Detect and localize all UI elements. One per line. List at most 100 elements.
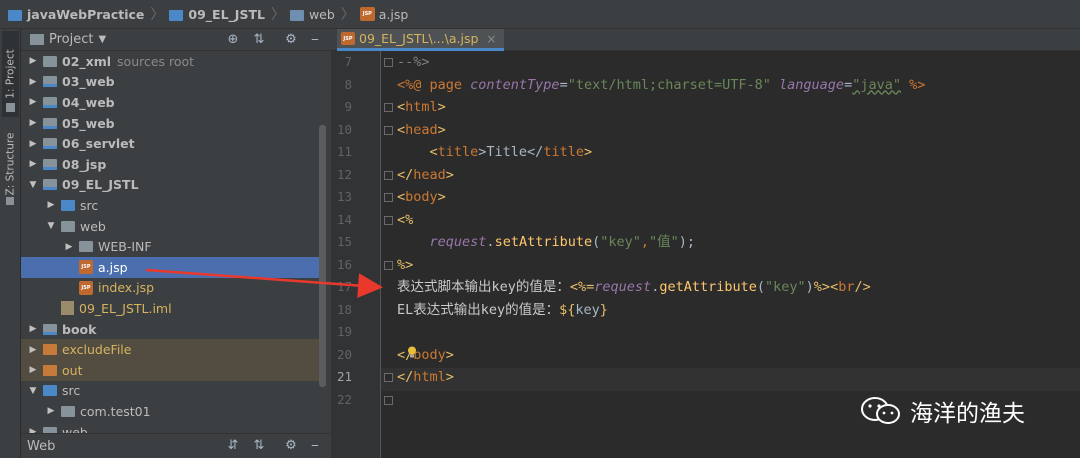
chevron-right-icon[interactable]: ▶ [45, 200, 57, 210]
collapse-all-icon[interactable]: ⇅ [251, 438, 267, 454]
module-folder-icon [43, 179, 57, 191]
expand-all-icon[interactable]: ⇵ [225, 438, 241, 454]
folder-icon [79, 241, 93, 253]
chevron-right-icon[interactable]: ▶ [27, 324, 39, 334]
tree-item-label: excludeFile [62, 342, 132, 358]
code-line-20: </body> [397, 346, 454, 363]
tree-item[interactable]: ▶ book [21, 319, 321, 340]
tree-item-label: 08_jsp [62, 156, 107, 172]
fold-marker-icon[interactable] [384, 216, 393, 225]
jsp-file-icon: JSP [79, 280, 93, 295]
chevron-right-icon[interactable]: ▶ [27, 345, 39, 355]
chevron-down-icon[interactable]: ▼ [45, 221, 57, 231]
chevron-down-icon[interactable]: ▼ [27, 386, 39, 396]
breadcrumb-item-file[interactable]: JSP a.jsp [359, 7, 408, 22]
fold-marker-icon[interactable] [384, 396, 393, 405]
lightbulb-svg [408, 346, 416, 358]
module-folder-icon [43, 323, 57, 335]
tree-item[interactable]: ▶ out [21, 360, 321, 381]
tree-item[interactable]: ▶ 08_jsp [21, 154, 321, 175]
project-icon [6, 103, 15, 112]
tree-item[interactable]: ▶ web [21, 422, 321, 433]
tree-item-label: out [62, 362, 83, 378]
scrollbar[interactable] [319, 125, 326, 387]
chevron-right-icon[interactable]: ▶ [27, 159, 39, 169]
chevron-right-icon[interactable]: ▶ [63, 242, 75, 252]
tree-item[interactable]: ▼ 09_EL_JSTL [21, 175, 321, 196]
code-line-9: <html> [397, 99, 446, 115]
tree-item[interactable]: ▶ 03_web [21, 72, 321, 93]
lightbulb-icon[interactable] [407, 346, 417, 359]
gear-icon[interactable]: ⚙ [283, 32, 299, 48]
tree-item[interactable]: ▶ 06_servlet [21, 133, 321, 154]
tree-item[interactable]: ▼ src [21, 381, 321, 402]
project-view-selector[interactable]: Project [49, 32, 93, 47]
jsp-file-icon: JSP [79, 260, 93, 275]
breadcrumb-item-project[interactable]: javaWebPractice 〉 [8, 4, 169, 24]
tree-item-label: web [62, 424, 88, 433]
chevron-right-icon[interactable]: ▶ [45, 406, 57, 416]
gear-icon[interactable]: ⚙ [283, 438, 299, 454]
code-line-8: <%@ page contentType="text/html;charset=… [397, 76, 926, 93]
fold-marker-icon[interactable] [384, 103, 393, 112]
module-folder-icon [169, 9, 184, 21]
fold-marker-icon[interactable] [384, 126, 393, 135]
chevron-right-icon[interactable]: ▶ [27, 139, 39, 149]
excluded-folder-icon [43, 364, 57, 376]
tree-item-label: 09_EL_JSTL [62, 177, 139, 193]
tree-item-label: com.test01 [80, 403, 151, 419]
tree-item[interactable]: JSP a.jsp [21, 257, 321, 278]
tree-item-label: book [62, 321, 97, 337]
tree-item[interactable]: ▶ src [21, 195, 321, 216]
breadcrumb-separator: 〉 [340, 7, 355, 23]
package-icon [61, 405, 75, 417]
hide-panel-icon[interactable]: ⎯ [307, 438, 323, 454]
editor-tab-bar: JSP 09_EL_JSTL\...\a.jsp × [331, 29, 1080, 51]
breadcrumb: javaWebPractice 〉 09_EL_JSTL 〉 web 〉 JSP… [0, 0, 1080, 29]
tree-item-label: 09_EL_JSTL.iml [79, 300, 172, 316]
folder-icon [61, 220, 75, 232]
chevron-right-icon[interactable]: ▶ [27, 118, 39, 128]
chevron-right-icon[interactable]: ▶ [27, 97, 39, 107]
tree-item[interactable]: ▶ 05_web [21, 113, 321, 134]
fold-marker-icon[interactable] [384, 58, 393, 67]
source-folder-icon [61, 199, 75, 211]
tree-item[interactable]: ▼ web [21, 216, 321, 237]
tree-item-label: index.jsp [98, 280, 155, 296]
chevron-right-icon[interactable]: ▶ [27, 365, 39, 375]
tab-structure[interactable]: Z: Structure [2, 121, 19, 207]
fold-marker-icon[interactable] [384, 261, 393, 270]
code-line-21: </html> [397, 369, 454, 385]
tab-project[interactable]: 1: Project [2, 31, 19, 117]
code-line-10: <head> [397, 121, 446, 138]
fold-marker-icon[interactable] [384, 373, 393, 382]
chevron-down-icon[interactable]: ▼ [27, 180, 39, 190]
close-icon[interactable]: × [486, 32, 496, 46]
breadcrumb-item-module[interactable]: 09_EL_JSTL 〉 [169, 4, 290, 24]
fold-marker-icon[interactable] [384, 171, 393, 180]
tree-item[interactable]: 09_EL_JSTL.iml [21, 298, 321, 319]
tree-item[interactable]: ▶ 04_web [21, 92, 321, 113]
project-icon [30, 34, 44, 45]
excluded-folder-icon [43, 344, 57, 356]
tree-item[interactable]: ▶ excludeFile [21, 339, 321, 360]
hide-panel-icon[interactable]: ⎯ [307, 32, 323, 48]
module-folder-icon [43, 117, 57, 129]
code-line-14: <% [397, 211, 414, 228]
tree-item-label: 03_web [62, 74, 115, 90]
tree-item[interactable]: ▶ com.test01 [21, 401, 321, 422]
tree-item[interactable]: ▶ 02_xml sources root [21, 51, 321, 72]
collapse-all-icon[interactable]: ⇅ [251, 32, 267, 48]
chevron-right-icon[interactable]: ▶ [27, 56, 39, 66]
tree-item[interactable]: JSP index.jsp [21, 278, 321, 299]
breadcrumb-item-web[interactable]: web 〉 [289, 4, 360, 24]
chevron-down-icon[interactable]: ▼ [98, 34, 106, 45]
locate-icon[interactable]: ⊕ [225, 32, 241, 48]
project-tree: ▶ 02_xml sources root ▶ 03_web ▶ 04_web ▶ 05_web… [21, 51, 321, 433]
fold-marker-icon[interactable] [384, 193, 393, 202]
tree-item[interactable]: ▶ WEB-INF [21, 236, 321, 257]
tree-item-label: a.jsp [98, 259, 128, 275]
tab-a-jsp[interactable]: JSP 09_EL_JSTL\...\a.jsp × [337, 29, 505, 51]
chevron-right-icon[interactable]: ▶ [27, 77, 39, 87]
tree-item-label: web [80, 218, 106, 234]
